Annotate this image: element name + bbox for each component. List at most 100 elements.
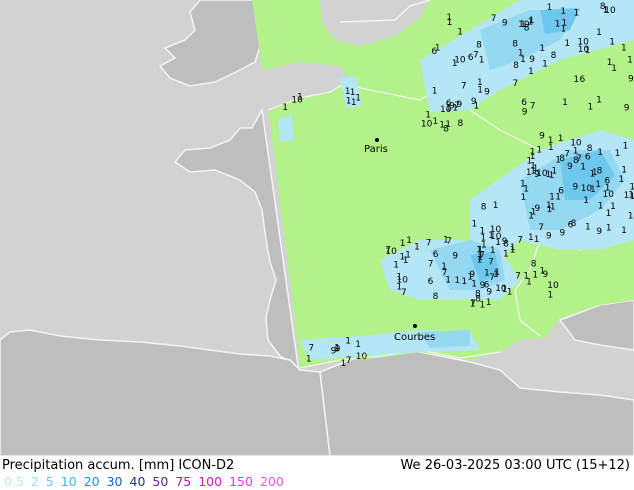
- precipitation-value: 1: [297, 92, 303, 102]
- precipitation-value: 1: [542, 60, 548, 70]
- precipitation-value: 8: [475, 294, 481, 304]
- precipitation-value: 1: [443, 236, 449, 246]
- legend-item: 20: [83, 474, 100, 489]
- precipitation-value: 1: [546, 201, 552, 211]
- precipitation-value: 1: [588, 103, 594, 113]
- precipitation-value: 9: [502, 237, 508, 247]
- precipitation-value: 1: [470, 300, 476, 310]
- map-footer: Precipitation accum. [mm] ICON-D2 We 26-…: [0, 456, 634, 490]
- precipitation-value: 10: [421, 119, 433, 129]
- precipitation-value: 9: [452, 252, 458, 262]
- precipitation-value: 8: [597, 167, 603, 177]
- precipitation-value: 1: [399, 253, 405, 263]
- precipitation-value: 9: [546, 231, 552, 241]
- precipitation-value: 1: [534, 235, 540, 245]
- precipitation-value: 1: [341, 359, 347, 369]
- precipitation-value: 1: [484, 268, 490, 278]
- precipitation-value: 1: [518, 49, 524, 59]
- precipitation-value: 1: [574, 8, 580, 18]
- precipitation-value: 1: [580, 163, 586, 173]
- legend-item: 40: [129, 474, 146, 489]
- precipitation-value: 1: [605, 184, 611, 194]
- precipitation-value: 1: [477, 256, 483, 266]
- precipitation-value: 1: [414, 243, 420, 253]
- precipitation-value: 1: [493, 201, 499, 211]
- precipitation-value: 1: [548, 143, 554, 153]
- precipitation-value: 1: [520, 193, 526, 203]
- valid-time: We 26-03-2025 03:00 UTC (15+12): [400, 458, 630, 473]
- precipitation-value: 8: [600, 2, 606, 12]
- precipitation-value: 1: [477, 85, 483, 95]
- precipitation-value: 6: [568, 220, 574, 230]
- precipitation-value: 1: [615, 149, 621, 159]
- precipitation-value: 1: [481, 240, 487, 250]
- precipitation-value: 1: [621, 44, 627, 54]
- precipitation-value: 1: [531, 208, 537, 218]
- precipitation-value: 1: [345, 87, 351, 97]
- precipitation-value: 7: [488, 258, 494, 268]
- precipitation-value: 1: [621, 165, 627, 175]
- precipitation-value: 8: [476, 41, 482, 51]
- precipitation-value: 1: [609, 37, 615, 47]
- legend-item: 10: [60, 474, 77, 489]
- precipitation-value: 1: [628, 191, 634, 201]
- precipitation-value: 7: [442, 269, 448, 279]
- precipitation-value: 1: [472, 219, 478, 229]
- precipitation-value: 1: [493, 270, 499, 280]
- precipitation-value: 6: [521, 98, 527, 108]
- precipitation-value: 10: [495, 284, 507, 294]
- precipitation-value: 9: [539, 131, 545, 141]
- legend-item: 5: [45, 474, 54, 489]
- precipitation-value: 8: [513, 61, 519, 71]
- precipitation-value: 7: [491, 14, 497, 24]
- precipitation-value: 7: [428, 259, 434, 269]
- legend-item: 2: [30, 474, 39, 489]
- precipitation-value: 7: [346, 356, 352, 366]
- precipitation-value: 1: [552, 166, 558, 176]
- precipitation-value: 1: [467, 273, 473, 283]
- precipitation-value: 1: [495, 238, 501, 248]
- precipitation-value: 1: [555, 155, 561, 165]
- precipitation-value: 1: [555, 20, 561, 30]
- precipitation-value: 1: [486, 298, 492, 308]
- precipitation-value: 1: [355, 340, 361, 350]
- precipitation-value: 1: [490, 246, 496, 256]
- precipitation-value: 1: [539, 44, 545, 54]
- precipitation-value: 7: [515, 272, 521, 282]
- precipitation-value: 8: [433, 292, 439, 302]
- precipitation-value: 9: [484, 88, 490, 98]
- precipitation-value: 1: [596, 28, 602, 38]
- legend-item: 30: [106, 474, 123, 489]
- precipitation-map[interactable]: 1 1 6 8 1 1 1 10 10 6 1 1 1 1 1 1 8 1 1 7 1 9 1 1 9 9 6 1 7 10 6 10 6 8 1 7…: [0, 0, 634, 457]
- precipitation-value: 1: [564, 39, 570, 49]
- map-canvas: 11681111010 6111 11181171911 99617106106817…: [0, 0, 634, 457]
- precipitation-value: 1: [595, 180, 601, 190]
- precipitation-value: 7: [401, 288, 407, 298]
- color-legend: 0.5 2 5 10 20 30 40 50 75 100 150 200: [4, 474, 291, 490]
- precipitation-value: 7: [564, 149, 570, 159]
- precipitation-value: 1: [527, 157, 533, 167]
- precipitation-value: 9: [486, 288, 492, 298]
- precipitation-value: 1: [540, 266, 546, 276]
- precipitation-value: 1: [510, 245, 516, 255]
- precipitation-value: 1: [479, 55, 485, 65]
- precipitation-value: 9: [560, 229, 566, 239]
- precipitation-value: 1: [573, 75, 579, 85]
- legend-item: 0.5: [4, 474, 24, 489]
- legend-item: 150: [229, 474, 253, 489]
- precipitation-value: 1: [606, 224, 612, 234]
- precipitation-value: 7: [461, 82, 467, 92]
- precipitation-value: 7: [530, 102, 536, 112]
- precipitation-value: 7: [473, 50, 479, 60]
- precipitation-value: 1: [533, 164, 539, 174]
- precipitation-value: 1: [562, 98, 568, 108]
- precipitation-value: 1: [536, 146, 542, 156]
- precipitation-value: 1: [400, 239, 406, 249]
- precipitation-value: 6: [431, 47, 437, 57]
- precipitation-value: 6: [428, 277, 434, 287]
- precipitation-value: 1: [561, 25, 567, 35]
- precipitation-value: 6: [433, 250, 439, 260]
- precipitation-value: 1: [503, 250, 509, 260]
- precipitation-value: 7: [513, 79, 519, 89]
- precipitation-value: 1: [334, 343, 340, 353]
